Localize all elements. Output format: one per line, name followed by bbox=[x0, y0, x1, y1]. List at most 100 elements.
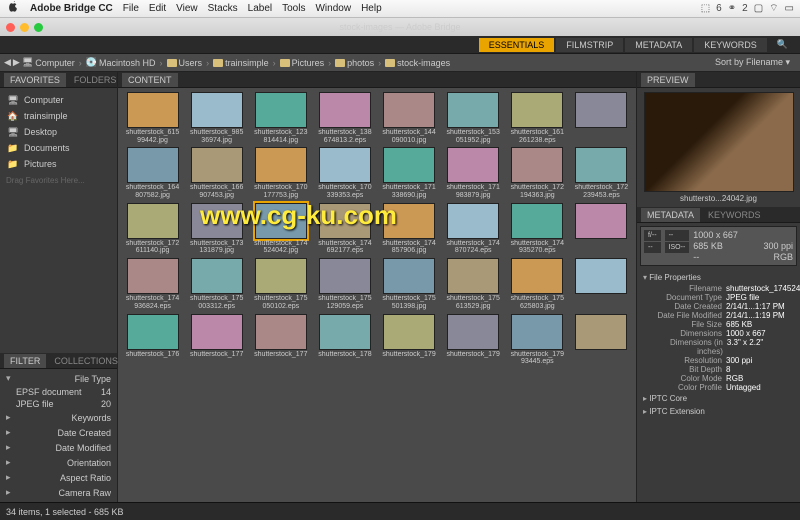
tab-preview[interactable]: PREVIEW bbox=[641, 73, 695, 87]
filter-datecreated[interactable]: Date Created bbox=[2, 425, 115, 440]
thumbnail[interactable]: shutterstock_174 935270.eps bbox=[507, 203, 568, 255]
traffic-lights[interactable] bbox=[6, 23, 43, 32]
crumb-photos[interactable]: photos bbox=[335, 58, 374, 68]
menu-file[interactable]: File bbox=[123, 3, 139, 14]
tab-filter[interactable]: FILTER bbox=[4, 354, 46, 368]
crumb-computer[interactable]: 🖥 Computer bbox=[22, 57, 75, 68]
thumbnail[interactable]: shutterstock_174 870724.eps bbox=[443, 203, 504, 255]
filter-filetype[interactable]: File Type bbox=[2, 371, 115, 386]
iptc-core[interactable]: IPTC Core bbox=[641, 392, 796, 405]
thumbnail[interactable]: shutterstock_174 692177.eps bbox=[314, 203, 375, 255]
wifi-icon[interactable]: ⌔ bbox=[769, 2, 778, 15]
tab-metadata2[interactable]: METADATA bbox=[641, 208, 700, 222]
menu-view[interactable]: View bbox=[176, 3, 198, 14]
thumbnail[interactable]: shutterstock_179 93445.eps bbox=[507, 314, 568, 366]
thumbnail[interactable]: shutterstock_172 239453.eps bbox=[571, 147, 632, 199]
thumbnail[interactable]: shutterstock_166 907453.jpg bbox=[186, 147, 247, 199]
thumbnail[interactable]: shutterstock_153 051952.jpg bbox=[443, 92, 504, 144]
content-grid[interactable]: shutterstock_615 99442.jpgshutterstock_9… bbox=[118, 88, 636, 502]
nav-back-icon[interactable]: ◀ bbox=[4, 57, 11, 68]
thumbnail[interactable] bbox=[571, 92, 632, 144]
thumbnail[interactable]: shutterstock_175 613529.jpg bbox=[443, 258, 504, 310]
tab-filmstrip[interactable]: FILMSTRIP bbox=[556, 38, 623, 52]
thumbnail[interactable]: shutterstock_175 625803.jpg bbox=[507, 258, 568, 310]
tab-metadata[interactable]: METADATA bbox=[625, 38, 692, 52]
thumbnail[interactable]: shutterstock_176 bbox=[122, 314, 183, 366]
thumbnail[interactable] bbox=[571, 258, 632, 310]
tab-folders[interactable]: FOLDERS bbox=[68, 73, 123, 87]
battery-icon[interactable]: ▭ bbox=[785, 3, 794, 14]
tab-collections[interactable]: COLLECTIONS bbox=[48, 354, 124, 368]
fav-documents[interactable]: 📁Documents bbox=[2, 140, 115, 156]
nav-fwd-icon[interactable]: ▶ bbox=[13, 57, 20, 68]
thumbnail[interactable]: shutterstock_170 339353.eps bbox=[314, 147, 375, 199]
crumb-users[interactable]: Users bbox=[167, 58, 203, 68]
props-header[interactable]: File Properties bbox=[641, 271, 796, 284]
filter-keywords[interactable]: Keywords bbox=[2, 410, 115, 425]
crumb-pictures[interactable]: Pictures bbox=[280, 58, 325, 68]
thumbnail[interactable]: shutterstock_615 99442.jpg bbox=[122, 92, 183, 144]
menu-edit[interactable]: Edit bbox=[149, 3, 166, 14]
thumbnail[interactable]: shutterstock_164 807582.jpg bbox=[122, 147, 183, 199]
tab-keywords2[interactable]: KEYWORDS bbox=[702, 208, 767, 222]
filter-datemod[interactable]: Date Modified bbox=[2, 440, 115, 455]
thumb-label: shutterstock_172 239453.eps bbox=[574, 184, 628, 199]
tab-content[interactable]: CONTENT bbox=[122, 73, 178, 87]
airplay-icon[interactable]: ▢ bbox=[754, 3, 763, 14]
thumbnail[interactable]: shutterstock_170 177753.jpg bbox=[250, 147, 311, 199]
thumbnail[interactable]: shutterstock_177 bbox=[250, 314, 311, 366]
filter-jpeg[interactable]: JPEG file20 bbox=[2, 398, 115, 410]
thumbnail[interactable] bbox=[571, 314, 632, 366]
search-icon[interactable]: 🔍 bbox=[769, 39, 796, 50]
filter-epsf[interactable]: EPSF document14 bbox=[2, 386, 115, 398]
thumbnail[interactable]: shutterstock_174 936824.eps bbox=[122, 258, 183, 310]
crumb-user[interactable]: trainsimple bbox=[213, 58, 269, 68]
app-name[interactable]: Adobe Bridge CC bbox=[30, 3, 113, 14]
menu-help[interactable]: Help bbox=[361, 3, 382, 14]
crumb-hd[interactable]: 💽 Macintosh HD bbox=[86, 57, 156, 68]
thumbnail[interactable]: shutterstock_161 261238.eps bbox=[507, 92, 568, 144]
thumbnail[interactable]: shutterstock_174 857906.jpg bbox=[379, 203, 440, 255]
filter-camraw[interactable]: Camera Raw bbox=[2, 485, 115, 500]
menubar-icon[interactable]: ⚭ bbox=[728, 3, 736, 14]
thumbnail[interactable]: shutterstock_175 501398.jpg bbox=[379, 258, 440, 310]
thumbnail[interactable]: shutterstock_174 524042.jpg bbox=[250, 203, 311, 255]
sort-dropdown[interactable]: Sort by Filename ▾ bbox=[715, 57, 796, 68]
filter-aspect[interactable]: Aspect Ratio bbox=[2, 470, 115, 485]
tab-favorites[interactable]: FAVORITES bbox=[4, 73, 66, 87]
iptc-ext[interactable]: IPTC Extension bbox=[641, 405, 796, 418]
thumbnail[interactable]: shutterstock_173 131879.jpg bbox=[186, 203, 247, 255]
thumbnail[interactable]: shutterstock_177 bbox=[186, 314, 247, 366]
thumbnail[interactable]: shutterstock_172 194363.jpg bbox=[507, 147, 568, 199]
tab-keywords[interactable]: KEYWORDS bbox=[694, 38, 767, 52]
menu-window[interactable]: Window bbox=[315, 3, 351, 14]
fav-desktop[interactable]: 🖥Desktop bbox=[2, 124, 115, 140]
filter-orientation[interactable]: Orientation bbox=[2, 455, 115, 470]
menu-stacks[interactable]: Stacks bbox=[208, 3, 238, 14]
thumbnail[interactable]: shutterstock_175 003312.eps bbox=[186, 258, 247, 310]
thumbnail[interactable]: shutterstock_171 338690.jpg bbox=[379, 147, 440, 199]
menu-label[interactable]: Label bbox=[248, 3, 272, 14]
thumbnail[interactable]: shutterstock_123 814414.jpg bbox=[250, 92, 311, 144]
menubar-icon[interactable]: ⬚ bbox=[701, 3, 710, 14]
fav-pictures[interactable]: 📁Pictures bbox=[2, 156, 115, 172]
crumb-stock[interactable]: stock-images bbox=[385, 58, 450, 68]
tab-essentials[interactable]: ESSENTIALS bbox=[479, 38, 555, 52]
thumbnail[interactable]: shutterstock_178 bbox=[314, 314, 375, 366]
thumbnail[interactable]: shutterstock_179 bbox=[443, 314, 504, 366]
thumbnail[interactable]: shutterstock_175 129059.eps bbox=[314, 258, 375, 310]
thumbnail[interactable] bbox=[571, 203, 632, 255]
fav-computer[interactable]: 🖥Computer bbox=[2, 92, 115, 108]
thumbnail[interactable]: shutterstock_179 bbox=[379, 314, 440, 366]
fav-home[interactable]: 🏠trainsimple bbox=[2, 108, 115, 124]
menu-tools[interactable]: Tools bbox=[282, 3, 305, 14]
apple-icon[interactable] bbox=[6, 1, 20, 16]
preview-image[interactable] bbox=[644, 92, 794, 192]
property-row: Bit Depth8 bbox=[641, 365, 796, 374]
thumbnail[interactable]: shutterstock_172 611140.jpg bbox=[122, 203, 183, 255]
thumbnail[interactable]: shutterstock_171 983879.jpg bbox=[443, 147, 504, 199]
thumbnail[interactable]: shutterstock_175 050102.eps bbox=[250, 258, 311, 310]
thumbnail[interactable]: shutterstock_985 36974.jpg bbox=[186, 92, 247, 144]
thumbnail[interactable]: shutterstock_138 674813.2.eps bbox=[314, 92, 375, 144]
thumbnail[interactable]: shutterstock_144 090010.jpg bbox=[379, 92, 440, 144]
